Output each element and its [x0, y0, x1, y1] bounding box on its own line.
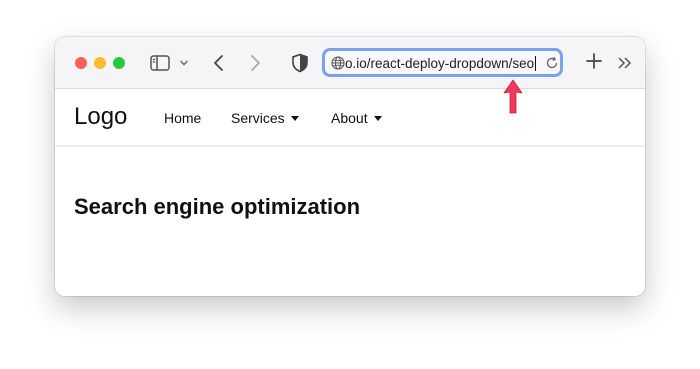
shield-icon[interactable]: [291, 53, 309, 73]
sidebar-icon[interactable]: [149, 52, 171, 74]
url-text[interactable]: o.io/react-deploy-dropdown/seo: [345, 55, 535, 73]
reload-icon[interactable]: [545, 56, 559, 70]
minimize-window-button[interactable]: [94, 57, 106, 69]
plus-icon[interactable]: [585, 52, 603, 70]
url-value: o.io/react-deploy-dropdown/seo: [345, 56, 535, 71]
chevron-down-icon[interactable]: [179, 58, 189, 68]
nav-label: Services: [231, 110, 285, 126]
site-logo[interactable]: Logo: [74, 103, 127, 131]
caret-down-icon: [373, 116, 382, 121]
globe-icon: [331, 56, 345, 70]
nav-link-home[interactable]: Home: [164, 110, 201, 126]
nav-dropdown-about[interactable]: About: [331, 110, 382, 126]
nav-label: About: [331, 110, 368, 126]
forward-button[interactable]: [245, 53, 265, 73]
up-arrow-icon: [503, 79, 523, 114]
back-button[interactable]: [209, 53, 229, 73]
browser-toolbar: o.io/react-deploy-dropdown/seo: [55, 37, 645, 89]
caret-down-icon: [290, 116, 299, 121]
nav-label: Home: [164, 110, 202, 126]
close-window-button[interactable]: [75, 57, 87, 69]
text-cursor: [535, 56, 536, 71]
double-chevron-right-icon[interactable]: [617, 55, 633, 71]
site-navbar: Logo Home Services About: [55, 89, 645, 147]
nav-dropdown-services[interactable]: Services: [231, 110, 299, 126]
address-bar[interactable]: o.io/react-deploy-dropdown/seo: [322, 48, 563, 77]
browser-window: o.io/react-deploy-dropdown/seo Logo Home…: [55, 37, 645, 296]
zoom-window-button[interactable]: [113, 57, 125, 69]
page-title: Search engine optimization: [74, 194, 361, 219]
